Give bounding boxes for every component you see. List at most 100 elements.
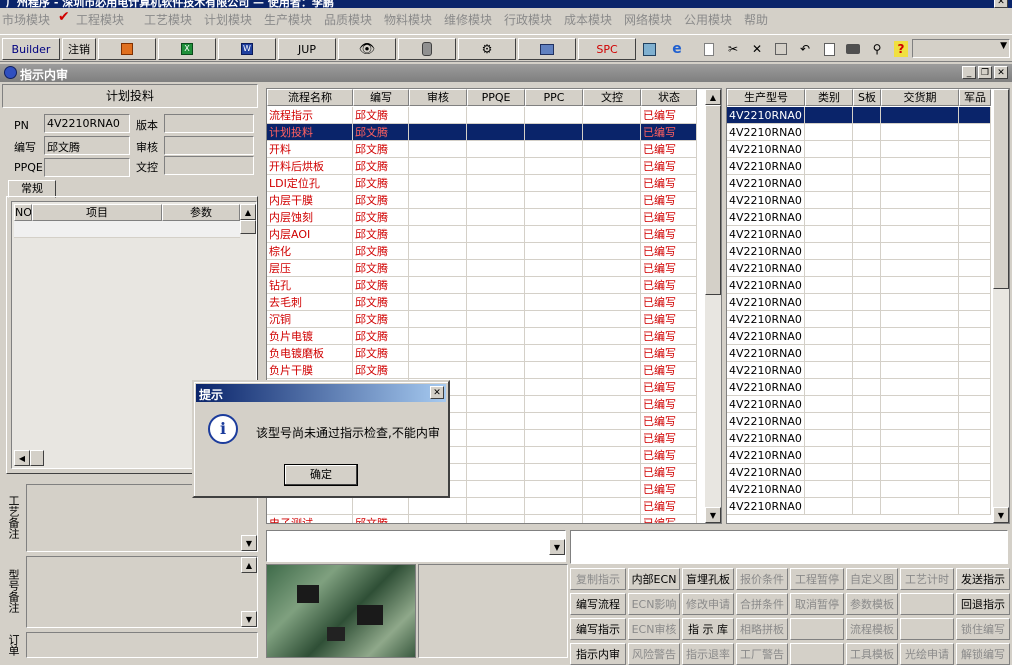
model-row[interactable]: 4V2210RNA0 [727,243,991,260]
flow-row[interactable]: 计划投料 邱文腾 已编写 [267,124,697,141]
logout-button[interactable]: 注销 [62,38,96,60]
action-button[interactable]: 编写流程 [570,593,626,615]
flow-row[interactable]: 钻孔 邱文腾 已编写 [267,277,697,294]
action-button[interactable] [790,643,844,665]
review-field[interactable] [164,136,254,155]
doc-control-field[interactable] [164,156,254,175]
menu-cost[interactable]: 成本模块 [564,11,612,28]
scroll-down-icon[interactable]: ▼ [241,535,257,551]
action-button[interactable]: 回退指示 [956,593,1010,615]
scroll-down-icon[interactable]: ▼ [993,507,1009,523]
scroll-left-icon[interactable]: ◀ [14,450,30,466]
scroll-thumb[interactable] [705,105,721,295]
model-row[interactable]: 4V2210RNA0 [727,294,991,311]
scroll-up-icon[interactable]: ▲ [705,89,721,105]
scroll-up-icon[interactable]: ▲ [241,557,257,573]
spc-button[interactable]: SPC [578,38,636,60]
menu-production[interactable]: 生产模块 [264,11,312,28]
flow-row[interactable]: 负电镀磨板 邱文腾 已编写 [267,345,697,362]
model-note-field[interactable]: ▲ ▼ [26,556,258,628]
action-button[interactable]: 工厂警告 [736,643,788,665]
flow-row[interactable]: 沉铜 邱文腾 已编写 [267,311,697,328]
model-row[interactable]: 4V2210RNA0 [727,311,991,328]
jup-button[interactable]: JUP [278,38,336,60]
model-row[interactable]: 4V2210RNA0 [727,447,991,464]
action-button[interactable]: 指 示 库 [682,618,734,640]
menu-common[interactable]: 公用模块 [684,11,732,28]
model-scrollbar[interactable]: ▼ [993,89,1009,523]
view-button[interactable]: 👁 [338,38,396,60]
model-row[interactable]: 4V2210RNA0 [727,481,991,498]
pn-field[interactable]: 4V2210RNA0 [44,114,130,133]
scroll-down-icon[interactable]: ▼ [705,507,721,523]
model-row[interactable]: 4V2210RNA0 [727,464,991,481]
flow-row[interactable]: 开料 邱文腾 已编写 [267,141,697,158]
flow-row[interactable]: 内层干膜 邱文腾 已编写 [267,192,697,209]
ok-button[interactable]: 确定 [284,464,358,486]
message-field[interactable] [570,530,1008,564]
flow-row[interactable]: 开料后烘板 邱文腾 已编写 [267,158,697,175]
tools-button[interactable]: ⚙ [458,38,516,60]
powerpoint-button[interactable] [98,38,156,60]
find-icon[interactable]: ⚲ [866,38,888,60]
word-button[interactable]: W [218,38,276,60]
action-button[interactable]: 盲埋孔板 [682,568,734,590]
menu-engineering[interactable]: 工程模块 [76,11,124,28]
hscroll-thumb[interactable] [30,450,44,466]
preview-icon[interactable] [818,38,840,60]
action-button[interactable]: 工艺计时 [900,568,954,590]
help-icon[interactable]: ? [890,38,912,60]
app-close-button[interactable]: ✕ [994,0,1008,8]
version-field[interactable] [164,114,254,133]
action-button[interactable] [900,593,954,615]
save-icon[interactable] [770,38,792,60]
model-row[interactable]: 4V2210RNA0 [727,226,991,243]
model-row[interactable]: 4V2210RNA0 [727,379,991,396]
action-button[interactable]: 光绘申请 [900,643,954,665]
action-button[interactable]: 取消暂停 [790,593,844,615]
menu-network[interactable]: 网络模块 [624,11,672,28]
model-row[interactable]: 4V2210RNA0 [727,158,991,175]
action-button[interactable]: 工具模板 [846,643,898,665]
model-row[interactable]: 4V2210RNA0 [727,141,991,158]
flow-row[interactable]: 棕化 邱文腾 已编写 [267,243,697,260]
menu-admin[interactable]: 行政模块 [504,11,552,28]
action-button[interactable]: 工程暂停 [790,568,844,590]
minimize-button[interactable]: _ [962,66,976,79]
model-row[interactable]: 4V2210RNA0 [727,175,991,192]
order-note-field[interactable] [26,632,258,658]
model-row[interactable]: 4V2210RNA0 [727,192,991,209]
menu-plan[interactable]: 计划模块 [204,11,252,28]
ie-icon[interactable]: e [666,38,688,60]
action-button[interactable]: 风险警告 [628,643,680,665]
menu-quality[interactable]: 品质模块 [324,11,372,28]
writer-field[interactable]: 邱文腾 [44,136,130,155]
menu-maintenance[interactable]: 维修模块 [444,11,492,28]
flow-row[interactable]: 去毛刺 邱文腾 已编写 [267,294,697,311]
scroll-up-icon[interactable]: ▲ [240,204,256,220]
scroll-thumb[interactable] [240,220,256,234]
model-row[interactable]: 4V2210RNA0 [727,107,991,124]
menu-market[interactable]: 市场模块 [2,11,50,28]
model-row[interactable]: 4V2210RNA0 [727,498,991,515]
flow-row[interactable]: 负片干膜 邱文腾 已编写 [267,362,697,379]
flow-row[interactable]: 电子测试邱文腾 已编写 [267,515,697,523]
flow-scrollbar[interactable]: ▲ ▼ [705,89,721,523]
model-row[interactable]: 4V2210RNA0 [727,413,991,430]
action-button[interactable] [790,618,844,640]
model-row[interactable]: 4V2210RNA0 [727,328,991,345]
action-button[interactable]: 修改申请 [682,593,734,615]
new-file-icon[interactable] [698,38,720,60]
action-button[interactable]: 流程模板 [846,618,898,640]
delete-icon[interactable]: ✕ [746,38,768,60]
param-row[interactable] [14,221,240,238]
scroll-thumb[interactable] [993,89,1009,289]
builder-button[interactable]: Builder [2,38,60,60]
action-button[interactable]: 复制指示 [570,568,626,590]
action-button[interactable]: 解锁编写 [956,643,1010,665]
chevron-down-icon[interactable]: ▼ [549,539,565,555]
model-row[interactable]: 4V2210RNA0 [727,362,991,379]
flow-combo[interactable]: ▼ [266,530,566,562]
action-button[interactable]: 自定义图 [846,568,898,590]
printer-setup-button[interactable] [518,38,576,60]
